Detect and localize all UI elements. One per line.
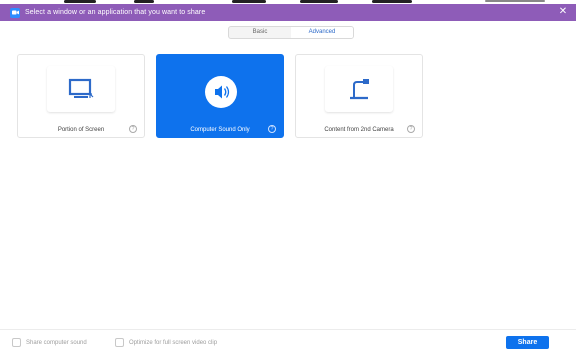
option-content-from-2nd-camera[interactable]: Content from 2nd Camera ? xyxy=(295,54,423,138)
zoom-camera-icon xyxy=(10,7,20,18)
footer-divider xyxy=(0,329,576,330)
window-title: Select a window or an application that y… xyxy=(25,9,206,16)
optimize-video-checkbox[interactable] xyxy=(115,338,124,347)
help-icon[interactable]: ? xyxy=(129,125,137,133)
option-label: Computer Sound Only xyxy=(190,127,250,133)
option-icon-box xyxy=(325,66,393,112)
close-icon[interactable]: ✕ xyxy=(557,6,569,18)
top-edge-mark xyxy=(300,0,338,3)
title-bar: Select a window or an application that y… xyxy=(0,4,576,21)
option-computer-sound-only[interactable]: Computer Sound Only ? xyxy=(156,54,284,138)
option-portion-of-screen[interactable]: Portion of Screen ? xyxy=(17,54,145,138)
optimize-video-label: Optimize for full screen video clip xyxy=(129,339,218,346)
option-label: Content from 2nd Camera xyxy=(324,127,394,133)
help-icon[interactable]: ? xyxy=(407,125,415,133)
share-computer-sound-checkbox[interactable] xyxy=(12,338,21,347)
screen-portion-icon xyxy=(68,78,94,98)
top-edge-mark xyxy=(485,0,545,2)
share-computer-sound-option[interactable]: Share computer sound xyxy=(12,338,87,347)
option-icon-box xyxy=(47,66,115,112)
share-mode-tabs: Basic Advanced xyxy=(228,26,354,39)
tab-advanced[interactable]: Advanced xyxy=(291,27,353,38)
option-label: Portion of Screen xyxy=(57,127,105,133)
camera-arm-icon xyxy=(350,79,369,100)
help-icon[interactable]: ? xyxy=(268,125,276,133)
top-edge-mark xyxy=(232,0,266,3)
optimize-video-option[interactable]: Optimize for full screen video clip xyxy=(115,338,217,347)
top-edge-mark xyxy=(372,0,412,3)
tab-basic[interactable]: Basic xyxy=(229,27,291,38)
share-computer-sound-label: Share computer sound xyxy=(26,339,87,346)
share-button[interactable]: Share xyxy=(506,336,549,349)
top-edge-mark xyxy=(64,0,96,3)
top-edge-mark xyxy=(134,0,154,3)
speaker-icon xyxy=(205,76,237,108)
